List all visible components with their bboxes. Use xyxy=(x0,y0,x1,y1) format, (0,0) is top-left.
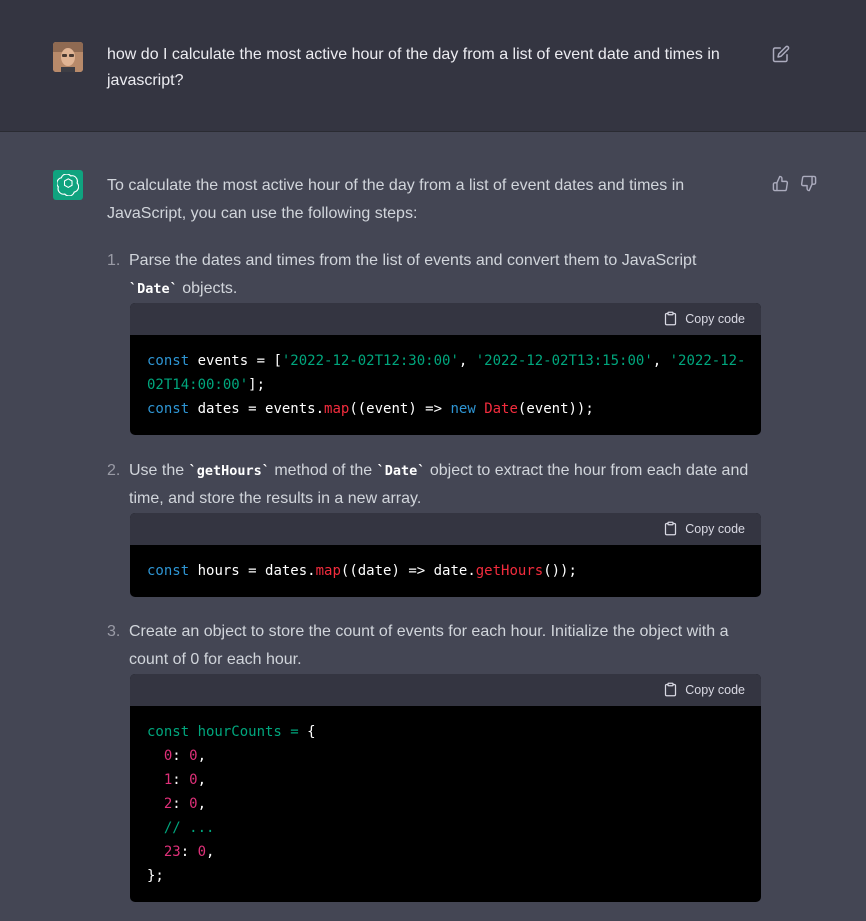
step-text: Use the `getHours` method of the `Date` … xyxy=(129,462,749,507)
code-header: Copy code xyxy=(130,513,761,545)
user-message-row: how do I calculate the most active hour … xyxy=(0,0,866,132)
code-content: const hours = dates.map((date) => date.g… xyxy=(147,563,577,579)
assistant-intro: To calculate the most active hour of the… xyxy=(107,172,747,228)
clipboard-icon xyxy=(665,521,677,536)
step-text: Create an object to store the count of e… xyxy=(129,623,729,668)
copy-code-label: Copy code xyxy=(685,682,745,697)
step-number: 2. xyxy=(107,462,121,479)
copy-code-button[interactable]: Copy code xyxy=(663,311,745,326)
code-block: Copy code const hourCounts = { 0: 0, 1: … xyxy=(130,674,761,902)
code-header: Copy code xyxy=(130,674,761,706)
openai-logo xyxy=(53,170,83,200)
edit-icon[interactable] xyxy=(772,45,790,63)
user-message-text: how do I calculate the most active hour … xyxy=(107,46,720,89)
code-header: Copy code xyxy=(130,303,761,335)
user-avatar xyxy=(53,42,83,72)
code-block: Copy code const events = ['2022-12-02T12… xyxy=(130,303,761,435)
step-number: 1. xyxy=(107,252,121,269)
copy-code-button[interactable]: Copy code xyxy=(663,521,745,536)
copy-code-label: Copy code xyxy=(685,521,745,536)
copy-code-label: Copy code xyxy=(685,311,745,326)
clipboard-icon xyxy=(665,311,677,326)
step-number: 3. xyxy=(107,623,121,640)
thumbs-down-icon[interactable] xyxy=(800,175,817,192)
clipboard-icon xyxy=(665,682,677,697)
intro-text: To calculate the most active hour of the… xyxy=(107,177,685,222)
thumbs-up-icon[interactable] xyxy=(772,175,789,192)
code-block: Copy code const hours = dates.map((date)… xyxy=(130,513,761,597)
code-content: const events = ['2022-12-02T12:30:00', '… xyxy=(147,353,746,417)
step-text: Parse the dates and times from the list … xyxy=(129,252,697,297)
code-content: const hourCounts = { 0: 0, 1: 0, 2: 0, /… xyxy=(147,724,316,884)
copy-code-button[interactable]: Copy code xyxy=(663,682,745,697)
